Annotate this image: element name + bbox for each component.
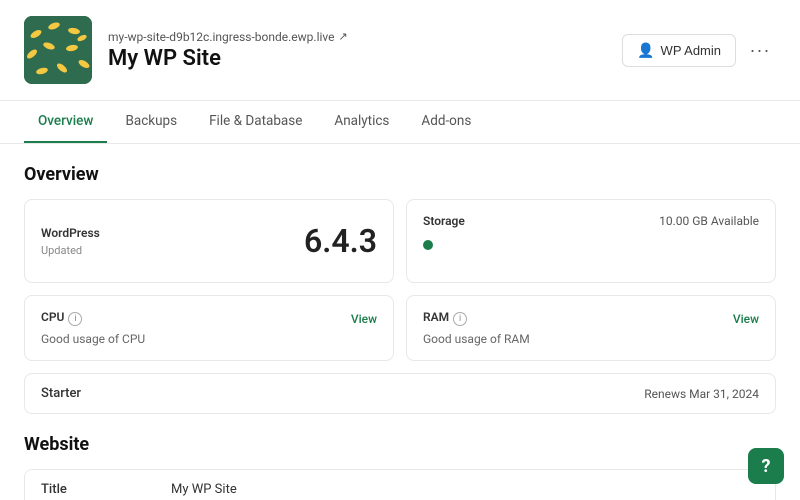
site-logo — [24, 16, 92, 84]
top-cards-row: WordPress Updated 6.4.3 Storage 10.00 GB… — [24, 199, 776, 283]
wordpress-card: WordPress Updated 6.4.3 — [24, 199, 394, 283]
storage-label: Storage — [423, 214, 465, 228]
plan-row: Starter Renews Mar 31, 2024 — [24, 373, 776, 414]
cpu-card: CPU i View Good usage of CPU — [24, 295, 394, 361]
cpu-label-row: CPU i — [41, 310, 82, 328]
cpu-label: CPU — [41, 310, 64, 324]
wp-card-left: WordPress Updated — [41, 226, 100, 257]
cpu-view-link[interactable]: View — [351, 312, 377, 326]
ram-card-top: RAM i View — [423, 310, 759, 328]
wp-card-inner: WordPress Updated 6.4.3 — [41, 214, 377, 268]
wp-admin-label: WP Admin — [661, 43, 721, 58]
cpu-info-icon[interactable]: i — [68, 312, 82, 326]
site-header: my-wp-site-d9b12c.ingress-bonde.ewp.live… — [0, 0, 800, 101]
website-title-row: Title My WP Site — [25, 470, 775, 500]
tab-backups[interactable]: Backups — [111, 101, 191, 143]
storage-dot — [423, 240, 433, 250]
cpu-desc: Good usage of CPU — [41, 332, 377, 346]
help-button[interactable]: ? — [748, 448, 784, 484]
website-title: Website — [24, 434, 776, 455]
more-options-button[interactable]: ··· — [744, 34, 776, 66]
website-table: Title My WP Site Domain my-wp-site-d9b12… — [24, 469, 776, 500]
wordpress-sublabel: Updated — [41, 244, 100, 257]
tab-addons[interactable]: Add-ons — [407, 101, 485, 143]
website-section: Website Title My WP Site Domain my-wp-si… — [24, 434, 776, 500]
site-name: My WP Site — [108, 46, 606, 71]
plan-renew: Renews Mar 31, 2024 — [644, 387, 759, 401]
wordpress-version: 6.4.3 — [304, 214, 377, 268]
storage-bar — [423, 240, 759, 250]
content-area: Overview WordPress Updated 6.4.3 Storage… — [0, 144, 800, 500]
site-info: my-wp-site-d9b12c.ingress-bonde.ewp.live… — [108, 30, 606, 71]
site-url-text: my-wp-site-d9b12c.ingress-bonde.ewp.live — [108, 30, 335, 44]
ram-desc: Good usage of RAM — [423, 332, 759, 346]
user-icon: 👤 — [637, 42, 654, 59]
header-actions: 👤 WP Admin ··· — [622, 34, 776, 67]
overview-title: Overview — [24, 164, 776, 185]
tab-overview[interactable]: Overview — [24, 101, 107, 143]
site-url: my-wp-site-d9b12c.ingress-bonde.ewp.live… — [108, 30, 606, 44]
title-value: My WP Site — [171, 482, 759, 497]
cpu-ram-row: CPU i View Good usage of CPU RAM i View … — [24, 295, 776, 361]
page: my-wp-site-d9b12c.ingress-bonde.ewp.live… — [0, 0, 800, 500]
help-label: ? — [762, 456, 771, 477]
more-icon: ··· — [750, 40, 771, 61]
ram-info-icon[interactable]: i — [453, 312, 467, 326]
ram-card: RAM i View Good usage of RAM — [406, 295, 776, 361]
tab-file-database[interactable]: File & Database — [195, 101, 316, 143]
wp-admin-button[interactable]: 👤 WP Admin — [622, 34, 736, 67]
ram-label-row: RAM i — [423, 310, 467, 328]
plan-name: Starter — [41, 386, 81, 401]
storage-available: 10.00 GB Available — [659, 214, 759, 228]
storage-card: Storage 10.00 GB Available — [406, 199, 776, 283]
title-label: Title — [41, 482, 171, 497]
tab-analytics[interactable]: Analytics — [320, 101, 403, 143]
wordpress-label: WordPress — [41, 226, 100, 240]
ram-label: RAM — [423, 310, 449, 324]
ram-view-link[interactable]: View — [733, 312, 759, 326]
cpu-card-top: CPU i View — [41, 310, 377, 328]
nav-tabs: Overview Backups File & Database Analyti… — [0, 101, 800, 144]
external-link-icon[interactable]: ↗ — [339, 30, 348, 43]
